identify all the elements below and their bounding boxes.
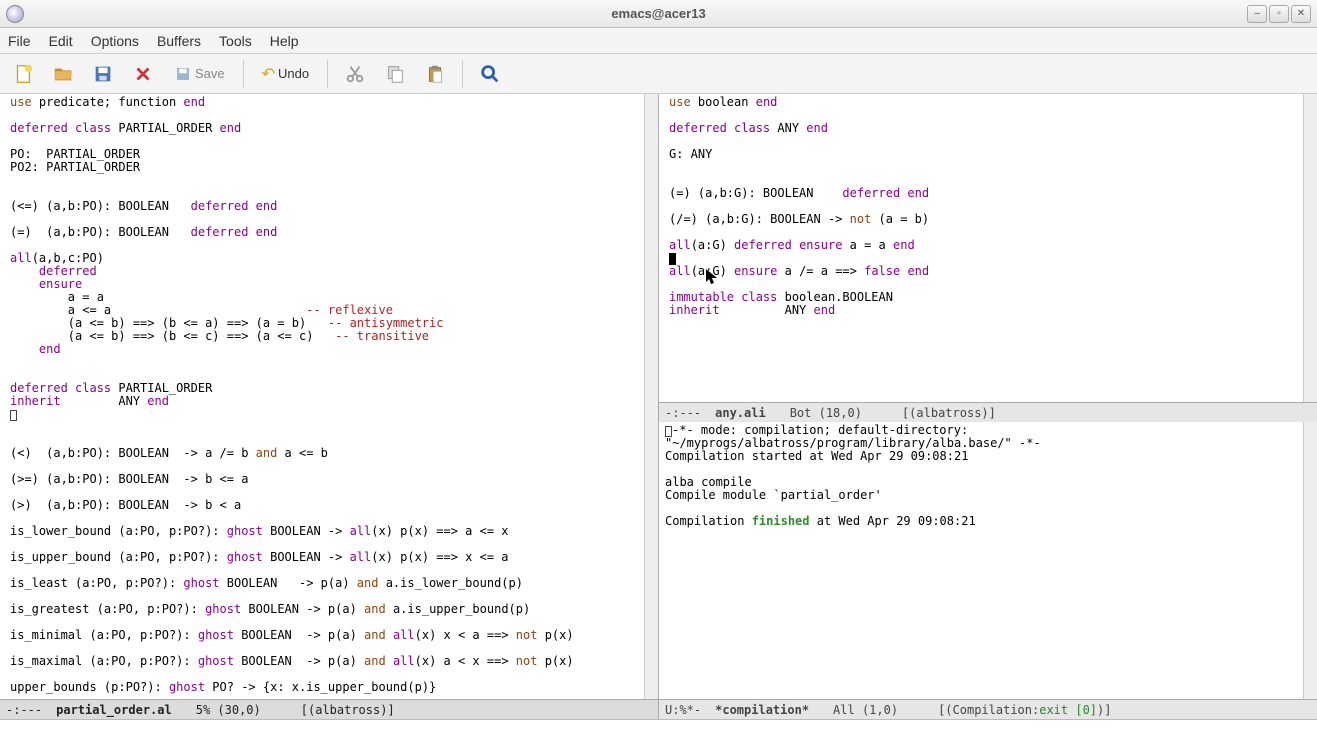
modeline-pos: 5% (30,0) — [196, 703, 261, 717]
scrollbar[interactable] — [1303, 422, 1317, 699]
modeline-right-top[interactable]: -:--- any.ali Bot (18,0) [(albatross)] — [659, 402, 1317, 422]
undo-button-label: Undo — [278, 66, 309, 81]
modeline-pos: Bot (18,0) — [790, 406, 862, 420]
compile-module: Compile module `partial_order' — [665, 488, 882, 502]
modeline-prefix: -:--- — [6, 703, 42, 717]
compile-finished: finished — [752, 514, 810, 528]
toolbar: Save ↶ Undo — [0, 54, 1317, 94]
compile-cmd: alba compile — [665, 475, 752, 489]
toolbar-separator — [462, 60, 463, 88]
toolbar-separator — [243, 60, 244, 88]
window-controls: – ▫ ✕ — [1247, 5, 1311, 23]
paste-button[interactable] — [420, 59, 450, 89]
modeline-prefix: U:%*- — [665, 703, 701, 717]
menu-help[interactable]: Help — [270, 33, 299, 49]
modeline-buffer: partial_order.al — [56, 703, 172, 717]
modeline-left[interactable]: -:--- partial_order.al 5% (30,0) [(albat… — [0, 699, 658, 719]
new-file-button[interactable] — [8, 59, 38, 89]
copy-button[interactable] — [380, 59, 410, 89]
open-file-button[interactable] — [48, 59, 78, 89]
titlebar: emacs@acer13 – ▫ ✕ — [0, 0, 1317, 28]
minimize-button[interactable]: – — [1247, 5, 1267, 23]
save-button-label: Save — [195, 66, 225, 81]
right-pane: use boolean end deferred class ANY end G… — [659, 94, 1317, 719]
editor-partial-order[interactable]: use predicate; function end deferred cla… — [0, 94, 644, 699]
menu-file[interactable]: File — [8, 33, 31, 49]
emacs-icon — [6, 5, 24, 23]
close-button[interactable]: ✕ — [1291, 5, 1311, 23]
modeline-prefix: -:--- — [665, 406, 701, 420]
modeline-buffer: any.ali — [715, 406, 766, 420]
undo-arrow-icon: ↶ — [262, 64, 275, 84]
menu-buffers[interactable]: Buffers — [157, 33, 201, 49]
modeline-mode: [(albatross)] — [301, 703, 395, 717]
modeline-pos: All (1,0) — [833, 703, 898, 717]
menubar: File Edit Options Buffers Tools Help — [0, 28, 1317, 54]
compile-header: -*- mode: compilation; default-directory… — [665, 423, 1041, 450]
workspace: use predicate; function end deferred cla… — [0, 94, 1317, 719]
maximize-button[interactable]: ▫ — [1269, 5, 1289, 23]
toolbar-separator — [327, 60, 328, 88]
left-pane: use predicate; function end deferred cla… — [0, 94, 659, 719]
menu-options[interactable]: Options — [91, 33, 139, 49]
scrollbar[interactable] — [644, 94, 658, 699]
save-button[interactable]: Save — [168, 59, 231, 89]
modeline-buffer: *compilation* — [715, 703, 809, 717]
compile-start: Compilation started at Wed Apr 29 09:08:… — [665, 449, 968, 463]
left-cursor — [10, 410, 17, 421]
minibuffer[interactable] — [0, 719, 1317, 737]
modeline-mode: [(albatross)] — [902, 406, 996, 420]
window-title: emacs@acer13 — [611, 6, 705, 21]
save-file-button[interactable] — [88, 59, 118, 89]
scrollbar[interactable] — [1303, 94, 1317, 402]
modeline-right-bot[interactable]: U:%*- *compilation* All (1,0) [(Compilat… — [659, 699, 1317, 719]
cut-button[interactable] — [340, 59, 370, 89]
editor-any[interactable]: use boolean end deferred class ANY end G… — [659, 94, 1303, 402]
modeline-mode: [(Compilation:exit [0])] — [938, 703, 1111, 717]
close-file-button[interactable] — [128, 59, 158, 89]
compilation-buffer[interactable]: -*- mode: compilation; default-directory… — [659, 422, 1303, 699]
menu-tools[interactable]: Tools — [219, 33, 252, 49]
search-button[interactable] — [475, 59, 505, 89]
menu-edit[interactable]: Edit — [49, 33, 73, 49]
undo-button[interactable]: ↶ Undo — [256, 59, 315, 89]
